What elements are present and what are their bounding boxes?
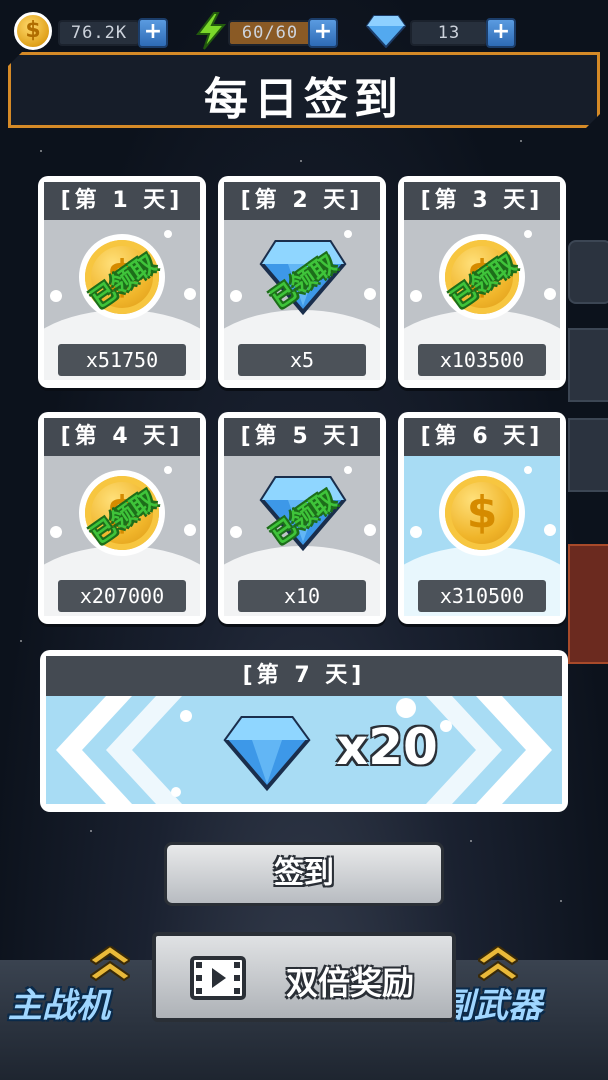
day-7-card[interactable]: [第 7 天] x20 bbox=[40, 650, 568, 812]
reward-amount: x103500 bbox=[418, 344, 546, 376]
add-gems-button[interactable]: + bbox=[486, 18, 516, 48]
reward-amount: x10 bbox=[238, 580, 366, 612]
gem-icon bbox=[366, 15, 406, 48]
day-label: [第 5 天] bbox=[224, 418, 380, 456]
add-energy-button[interactable]: + bbox=[308, 18, 338, 48]
day-7-amount: x20 bbox=[336, 718, 438, 776]
nav-main-fighter[interactable]: 主战机 bbox=[8, 978, 110, 1027]
coin-counter: $ 76.2K + bbox=[14, 12, 168, 50]
side-button-settings bbox=[568, 240, 608, 304]
chevron-up-icon bbox=[478, 946, 518, 982]
double-reward-label: 双倍奖励 bbox=[286, 964, 415, 1002]
chevron-up-icon bbox=[90, 946, 130, 982]
day-card-6[interactable]: [第 6 天] $ x310500 bbox=[398, 412, 566, 624]
day-card-5[interactable]: [第 5 天] 已领取 x10 bbox=[218, 412, 386, 624]
side-button-calendar bbox=[568, 328, 608, 402]
energy-amount: 60/60 bbox=[228, 20, 312, 46]
gem-icon bbox=[223, 716, 311, 792]
add-coins-button[interactable]: + bbox=[138, 18, 168, 48]
day-card-3[interactable]: [第 3 天] $ 已领取 x103500 bbox=[398, 176, 566, 388]
reward-amount: x310500 bbox=[418, 580, 546, 612]
gem-amount: 13 bbox=[410, 20, 488, 46]
sign-in-button[interactable]: 签到 bbox=[164, 842, 444, 906]
reward-amount: x51750 bbox=[58, 344, 186, 376]
day-7-label: [第 7 天] bbox=[46, 656, 562, 696]
day-card-4[interactable]: [第 4 天] $ 已领取 x207000 bbox=[38, 412, 206, 624]
day-card-1[interactable]: [第 1 天] $ 已领取 x51750 bbox=[38, 176, 206, 388]
day-label: [第 2 天] bbox=[224, 182, 380, 220]
video-icon bbox=[190, 956, 246, 1000]
day-label: [第 4 天] bbox=[44, 418, 200, 456]
page-title: 每日签到 bbox=[204, 74, 404, 125]
coin-icon: $ bbox=[439, 470, 525, 556]
reward-amount: x5 bbox=[238, 344, 366, 376]
title-bar: 每日签到 bbox=[8, 52, 600, 128]
double-reward-button[interactable]: 双倍奖励 bbox=[152, 932, 456, 1022]
side-button-panel bbox=[568, 418, 608, 492]
reward-amount: x207000 bbox=[58, 580, 186, 612]
lightning-bolt-icon bbox=[195, 12, 227, 50]
energy-counter: 60/60 + bbox=[192, 12, 338, 50]
coin-icon: $ bbox=[14, 12, 52, 50]
side-button-offer bbox=[568, 544, 608, 664]
coin-amount: 76.2K bbox=[58, 20, 140, 46]
day-label: [第 6 天] bbox=[404, 418, 560, 456]
gem-counter: 13 + bbox=[366, 12, 516, 48]
background-text bbox=[165, 630, 455, 650]
day-label: [第 1 天] bbox=[44, 182, 200, 220]
day-label: [第 3 天] bbox=[404, 182, 560, 220]
day-card-2[interactable]: [第 2 天] 已领取 x5 bbox=[218, 176, 386, 388]
